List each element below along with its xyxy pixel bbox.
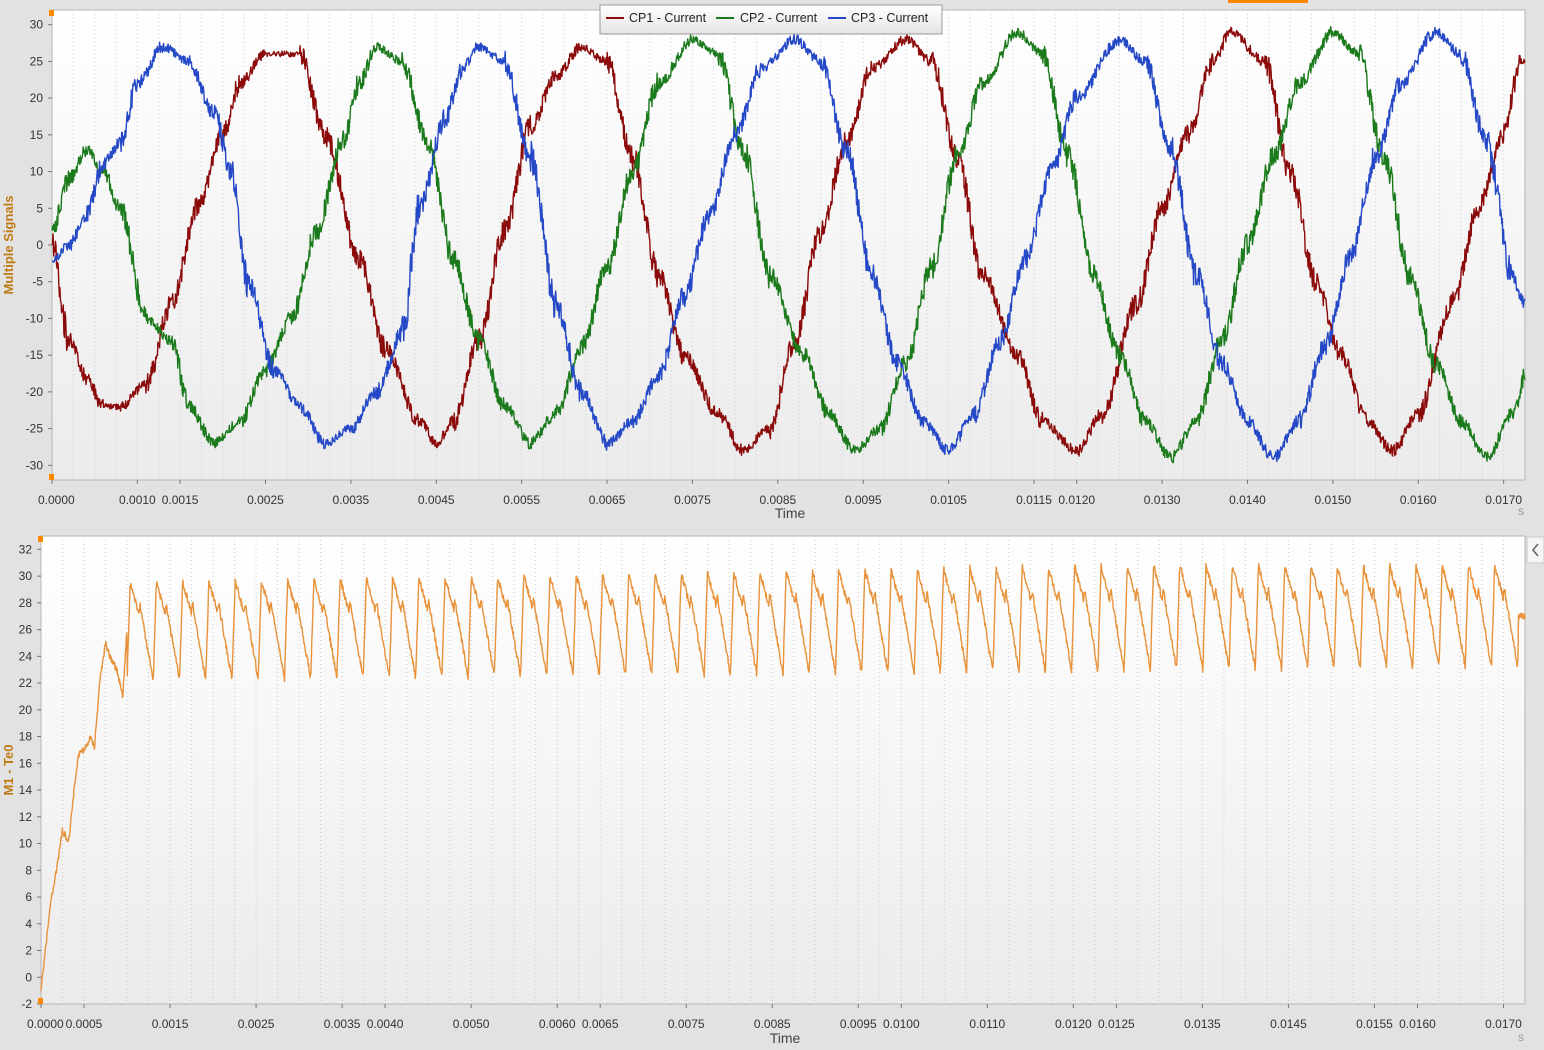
y-tick-label: 28 [19, 596, 33, 610]
y-min-marker [49, 474, 54, 480]
x-tick-label: 0.0000 [38, 493, 75, 507]
x-tick-label: 0.0045 [418, 493, 455, 507]
x-tick-label: 0.0035 [333, 493, 370, 507]
y-tick-label: 20 [30, 91, 44, 105]
y-tick-label: 25 [30, 54, 44, 68]
y-tick-label: -20 [26, 385, 44, 399]
x-tick-label: 0.0075 [668, 1017, 705, 1031]
x-axis: 0.0000 0.0005 0.0015 0.0025 0.0035 0.0040 0.00… [27, 1004, 1522, 1031]
x-tick-label: 0.0125 [1098, 1017, 1135, 1031]
y-tick-label: -15 [26, 348, 44, 362]
x-tick-label: 0.0105 [930, 493, 967, 507]
x-tick-label: 0.0065 [589, 493, 626, 507]
x-tick-label: 0.0115 [1016, 493, 1052, 507]
y-tick-label: 16 [19, 756, 33, 770]
y-tick-label: 30 [30, 18, 44, 32]
y-axis-label: Multiple Signals [1, 196, 16, 295]
plot-m1-te0[interactable]: 32302826242220181614121086420-2 0.0000 0.… [1, 535, 1526, 1046]
legend-label: CP2 - Current [740, 11, 818, 25]
y-tick-label: 10 [30, 165, 44, 179]
x-tick-label: 0.0140 [1229, 493, 1266, 507]
x-tick-label: 0.0155 [1356, 1017, 1393, 1031]
x-tick-label: 0.0005 [66, 1017, 103, 1031]
x-tick-label: 0.0150 [1315, 493, 1352, 507]
side-panel-toggle[interactable] [1526, 536, 1544, 564]
y-tick-label: 20 [19, 703, 33, 717]
x-tick-label: 0.0060 [539, 1017, 576, 1031]
y-max-marker [49, 10, 54, 16]
x-tick-label: 0.0065 [582, 1017, 619, 1031]
x-tick-label: 0.0130 [1144, 493, 1181, 507]
x-tick-label: 0.0095 [840, 1017, 877, 1031]
x-tick-label: 0.0015 [162, 493, 199, 507]
x-axis-unit: s [1518, 504, 1524, 518]
x-tick-label: 0.0050 [453, 1017, 490, 1031]
scope-window: 302520151050-5-10-15-20-25-30 0.0000 0.00… [1, 0, 1544, 1046]
y-axis: 30 25 20 15 10 5 0 -5 -10 -15 -20 -25 -30 [26, 18, 52, 472]
x-tick-label: 0.0100 [883, 1017, 920, 1031]
y-tick-label: 5 [36, 201, 43, 215]
x-axis-label: Time [770, 1030, 801, 1046]
y-tick-label: 0 [25, 970, 32, 984]
y-tick-label: 2 [25, 944, 32, 958]
y-tick-label: 24 [19, 649, 33, 663]
y-tick-label: 30 [19, 569, 33, 583]
x-tick-label: 0.0120 [1058, 493, 1095, 507]
x-tick-label: 0.0025 [247, 493, 284, 507]
y-axis: 32302826242220181614121086420-2 [19, 542, 41, 1011]
x-tick-label: 0.0170 [1485, 493, 1522, 507]
x-tick-label: 0.0055 [503, 493, 540, 507]
legend-label: CP1 - Current [629, 11, 707, 25]
side-panel-toggle-bg [1526, 536, 1544, 564]
x-tick-label: 0.0010 [119, 493, 156, 507]
plot-multiple-signals[interactable]: 302520151050-5-10-15-20-25-30 0.0000 0.00… [1, 4, 1526, 521]
x-tick-label: 0.0095 [845, 493, 882, 507]
x-axis-unit: s [1518, 1030, 1524, 1044]
x-tick-label: 0.0120 [1055, 1017, 1092, 1031]
y-axis-label: M1 - Te0 [1, 744, 16, 795]
x-tick-label: 0.0170 [1485, 1017, 1522, 1031]
active-tab-indicator[interactable] [1228, 0, 1308, 3]
y-min-marker [38, 998, 43, 1004]
y-tick-label: -30 [26, 458, 44, 472]
y-tick-label: 26 [19, 623, 33, 637]
x-tick-label: 0.0075 [674, 493, 711, 507]
y-tick-label: 32 [19, 542, 33, 556]
y-tick-label: -10 [26, 311, 44, 325]
x-tick-label: 0.0135 [1184, 1017, 1221, 1031]
y-tick-label: -25 [26, 422, 44, 436]
y-tick-label: -5 [32, 275, 43, 289]
x-axis-label: Time [775, 505, 806, 521]
x-tick-label: 0.0000 [27, 1017, 64, 1031]
x-axis: 0.0000 0.0010 0.0015 0.0025 0.0035 0.0045 0.00… [38, 480, 1522, 507]
y-tick-label: 14 [19, 783, 33, 797]
x-tick-label: 0.0015 [152, 1017, 189, 1031]
y-tick-label: 10 [19, 837, 33, 851]
y-tick-label: 12 [19, 810, 33, 824]
x-tick-label: 0.0160 [1399, 1017, 1436, 1031]
legend[interactable]: CP1 - Current CP2 - Current CP3 - Curren… [599, 4, 943, 35]
x-tick-label: 0.0025 [238, 1017, 275, 1031]
y-max-marker [38, 536, 43, 542]
x-tick-label: 0.0110 [969, 1017, 1005, 1031]
x-tick-label: 0.0085 [754, 1017, 791, 1031]
y-tick-label: 4 [25, 917, 32, 931]
y-tick-label: 18 [19, 730, 33, 744]
x-tick-label: 0.0160 [1400, 493, 1437, 507]
plot-area [40, 535, 1526, 1005]
y-tick-label: -2 [21, 997, 32, 1011]
y-tick-label: 6 [25, 890, 32, 904]
x-tick-label: 0.0040 [367, 1017, 404, 1031]
legend-label: CP3 - Current [851, 11, 929, 25]
x-tick-label: 0.0035 [324, 1017, 361, 1031]
y-tick-label: 15 [30, 128, 44, 142]
y-tick-label: 22 [19, 676, 33, 690]
y-tick-label: 8 [25, 863, 32, 877]
x-tick-label: 0.0145 [1270, 1017, 1307, 1031]
y-tick-label: 0 [36, 238, 43, 252]
